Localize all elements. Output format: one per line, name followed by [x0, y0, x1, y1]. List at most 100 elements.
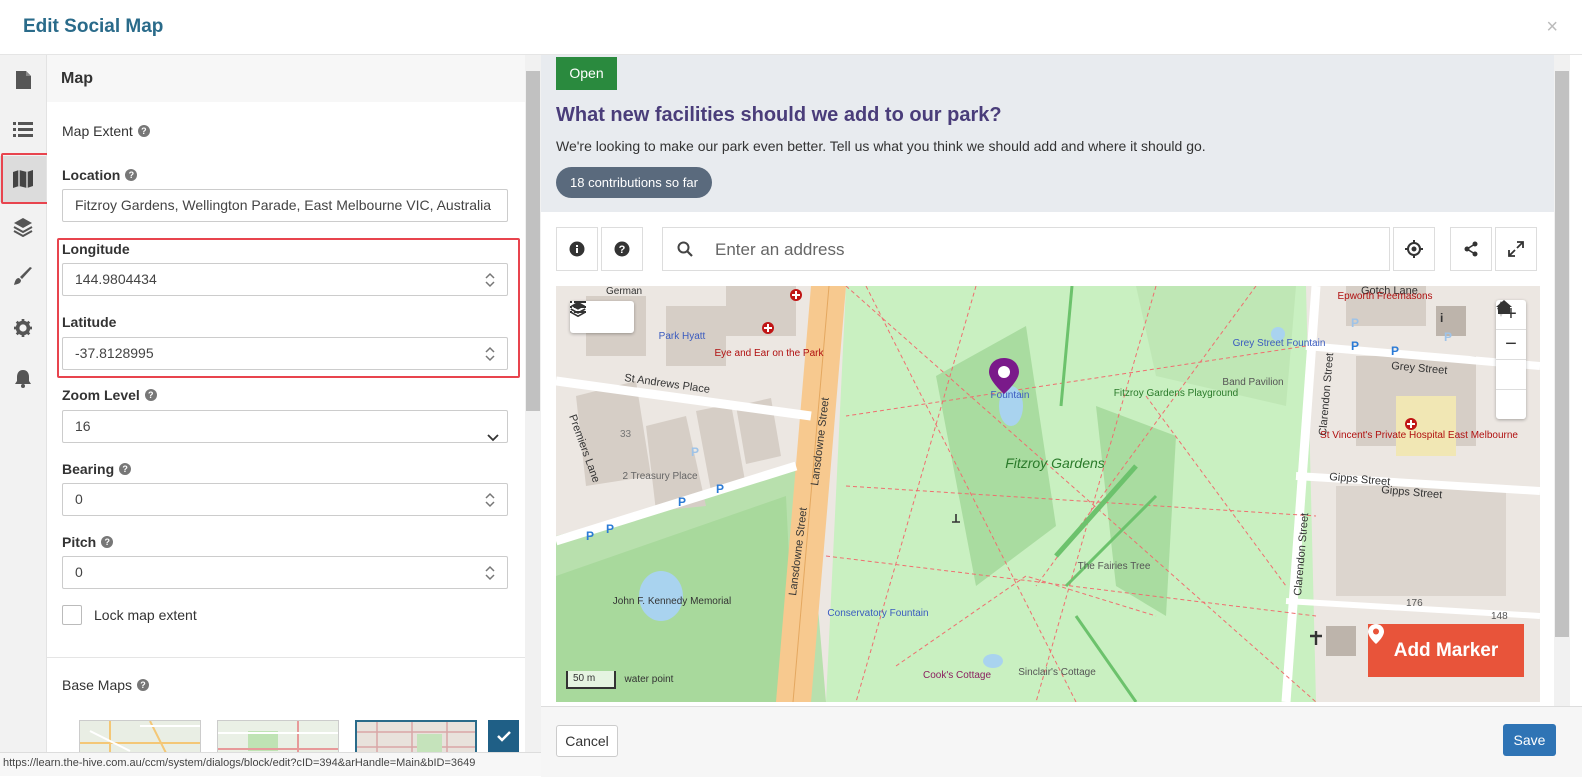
cancel-button[interactable]: Cancel — [556, 725, 618, 757]
bearing-field[interactable]: 0 — [62, 483, 508, 516]
home-icon[interactable] — [1496, 300, 1526, 419]
question-description: We're looking to make our park even bett… — [556, 138, 1206, 154]
share-button[interactable] — [1450, 227, 1492, 271]
base-map-thumbnail[interactable] — [79, 720, 201, 752]
lock-map-extent-label: Lock map extent — [94, 607, 197, 623]
compass-icon[interactable] — [1496, 301, 1526, 390]
coordinates-highlight — [57, 238, 520, 378]
zoom-out-button[interactable]: − — [1496, 330, 1526, 360]
help-icon[interactable]: ? — [125, 169, 138, 181]
preview-pane: Open What new facilities should we add t… — [541, 55, 1554, 706]
help-icon[interactable]: ? — [137, 125, 150, 137]
search-icon — [677, 241, 693, 262]
location-field[interactable]: Fitzroy Gardens, Wellington Parade, East… — [62, 189, 508, 222]
map-canvas[interactable]: PPPP PPPPP St Andrews Place Lansdowne St… — [556, 286, 1540, 702]
map-label-176: 176 — [1406, 598, 1423, 609]
layers-icon[interactable] — [570, 301, 634, 333]
map-label-fountain: Fountain — [991, 390, 1030, 401]
pitch-field[interactable]: 0 — [62, 556, 508, 589]
map-label-epworth: Epworth Freemasons — [1337, 291, 1432, 302]
map-label-conservatory: Conservatory Fountain — [827, 608, 928, 619]
svg-text:P: P — [1444, 330, 1452, 344]
map-label-148: 148 — [1491, 611, 1508, 622]
scrollbar-thumb[interactable] — [1555, 71, 1569, 637]
map-label-german: German — [606, 286, 642, 297]
svg-text:P: P — [606, 522, 614, 536]
pitch-text: Pitch — [62, 534, 97, 550]
divider — [47, 657, 525, 658]
dialog-header: Edit Social Map × — [0, 0, 1582, 55]
panel-title: Map — [61, 70, 93, 87]
svg-text:P: P — [678, 495, 686, 509]
zoom-level-text: Zoom Level — [62, 387, 140, 403]
bearing-text: Bearing — [62, 461, 115, 477]
search-input[interactable] — [713, 228, 1377, 272]
status-badge: Open — [556, 57, 617, 90]
svg-text:P: P — [1351, 316, 1359, 330]
svg-text:P: P — [1351, 339, 1359, 353]
help-icon[interactable]: ? — [137, 679, 150, 691]
pitch-value: 0 — [75, 564, 83, 580]
panel-header: Map — [47, 55, 525, 102]
base-map-thumbnail-selected[interactable] — [355, 720, 477, 752]
help-icon[interactable]: ? — [144, 389, 157, 401]
address-search[interactable] — [662, 227, 1390, 272]
map-label-treasury: 2 Treasury Place — [622, 471, 697, 482]
base-map-thumbnail[interactable] — [217, 720, 339, 752]
check-icon — [488, 720, 519, 752]
help-icon[interactable]: ? — [119, 463, 132, 475]
layers-icon[interactable] — [0, 204, 46, 250]
stepper-icon[interactable] — [483, 564, 497, 582]
help-button[interactable]: ? — [601, 227, 643, 271]
bell-icon[interactable] — [0, 355, 46, 401]
zoom-controls: + − — [1496, 300, 1526, 419]
crosshair-icon — [1405, 240, 1423, 258]
zoom-level-select[interactable]: 16 — [62, 410, 508, 443]
fullscreen-button[interactable] — [1495, 227, 1537, 271]
add-marker-button[interactable]: Add Marker — [1368, 624, 1524, 677]
brush-icon[interactable] — [0, 254, 46, 300]
stepper-icon[interactable] — [483, 491, 497, 509]
close-icon[interactable]: × — [1546, 16, 1558, 39]
svg-text:?: ? — [619, 244, 626, 256]
map-label-st-vincents: St Vincent's Private Hospital East Melbo… — [1320, 430, 1518, 441]
map-pin-icon — [1368, 624, 1384, 644]
svg-text:P: P — [691, 445, 699, 459]
question-icon: ? — [614, 241, 630, 257]
map-label-sinclairs: Sinclair's Cottage — [1018, 667, 1096, 678]
map-label-cooks: Cook's Cottage — [923, 670, 991, 681]
dialog-footer: Cancel Save — [541, 706, 1582, 777]
scrollbar-thumb[interactable] — [526, 71, 540, 411]
locate-button[interactable] — [1393, 227, 1435, 271]
svg-text:P: P — [586, 529, 594, 543]
preview-scrollbar[interactable] — [1554, 55, 1570, 706]
panel-scrollbar[interactable] — [525, 55, 541, 752]
map-tools — [570, 301, 634, 333]
map-label-grey-fountain: Grey Street Fountain — [1233, 338, 1326, 349]
location-text: Location — [62, 167, 121, 183]
map-extent-text: Map Extent — [62, 123, 133, 139]
map-label-park-hyatt: Park Hyatt — [659, 331, 706, 342]
info-button[interactable] — [556, 227, 598, 271]
gear-icon[interactable] — [0, 305, 46, 351]
list-icon[interactable] — [0, 106, 46, 152]
save-button[interactable]: Save — [1503, 724, 1556, 756]
zoom-level-value: 16 — [75, 418, 91, 434]
map-label-kennedy: John F. Kennedy Memorial — [613, 596, 731, 607]
base-maps-text: Base Maps — [62, 677, 133, 693]
help-icon[interactable]: ? — [101, 536, 114, 548]
file-icon[interactable] — [0, 57, 46, 103]
bearing-label: Bearing? — [62, 461, 132, 477]
map-label-eye-ear: Eye and Ear on the Park — [715, 348, 825, 359]
map-label-playground: Fitzroy Gardens Playground — [1114, 388, 1239, 399]
map-label-fairies-tree: The Fairies Tree — [1078, 561, 1151, 572]
base-maps-label: Base Maps? — [62, 677, 150, 693]
question-banner: Open What new facilities should we add t… — [541, 55, 1554, 212]
map-label-band-pavilion: Band Pavilion — [1222, 377, 1283, 388]
lock-map-extent-checkbox[interactable] — [62, 605, 82, 625]
settings-panel: Map Map Extent? Location? Fitzroy Garden… — [47, 55, 525, 752]
add-marker-label: Add Marker — [1393, 639, 1499, 661]
svg-text:P: P — [716, 482, 724, 496]
bearing-value: 0 — [75, 491, 83, 507]
map-label-33: 33 — [620, 429, 632, 440]
